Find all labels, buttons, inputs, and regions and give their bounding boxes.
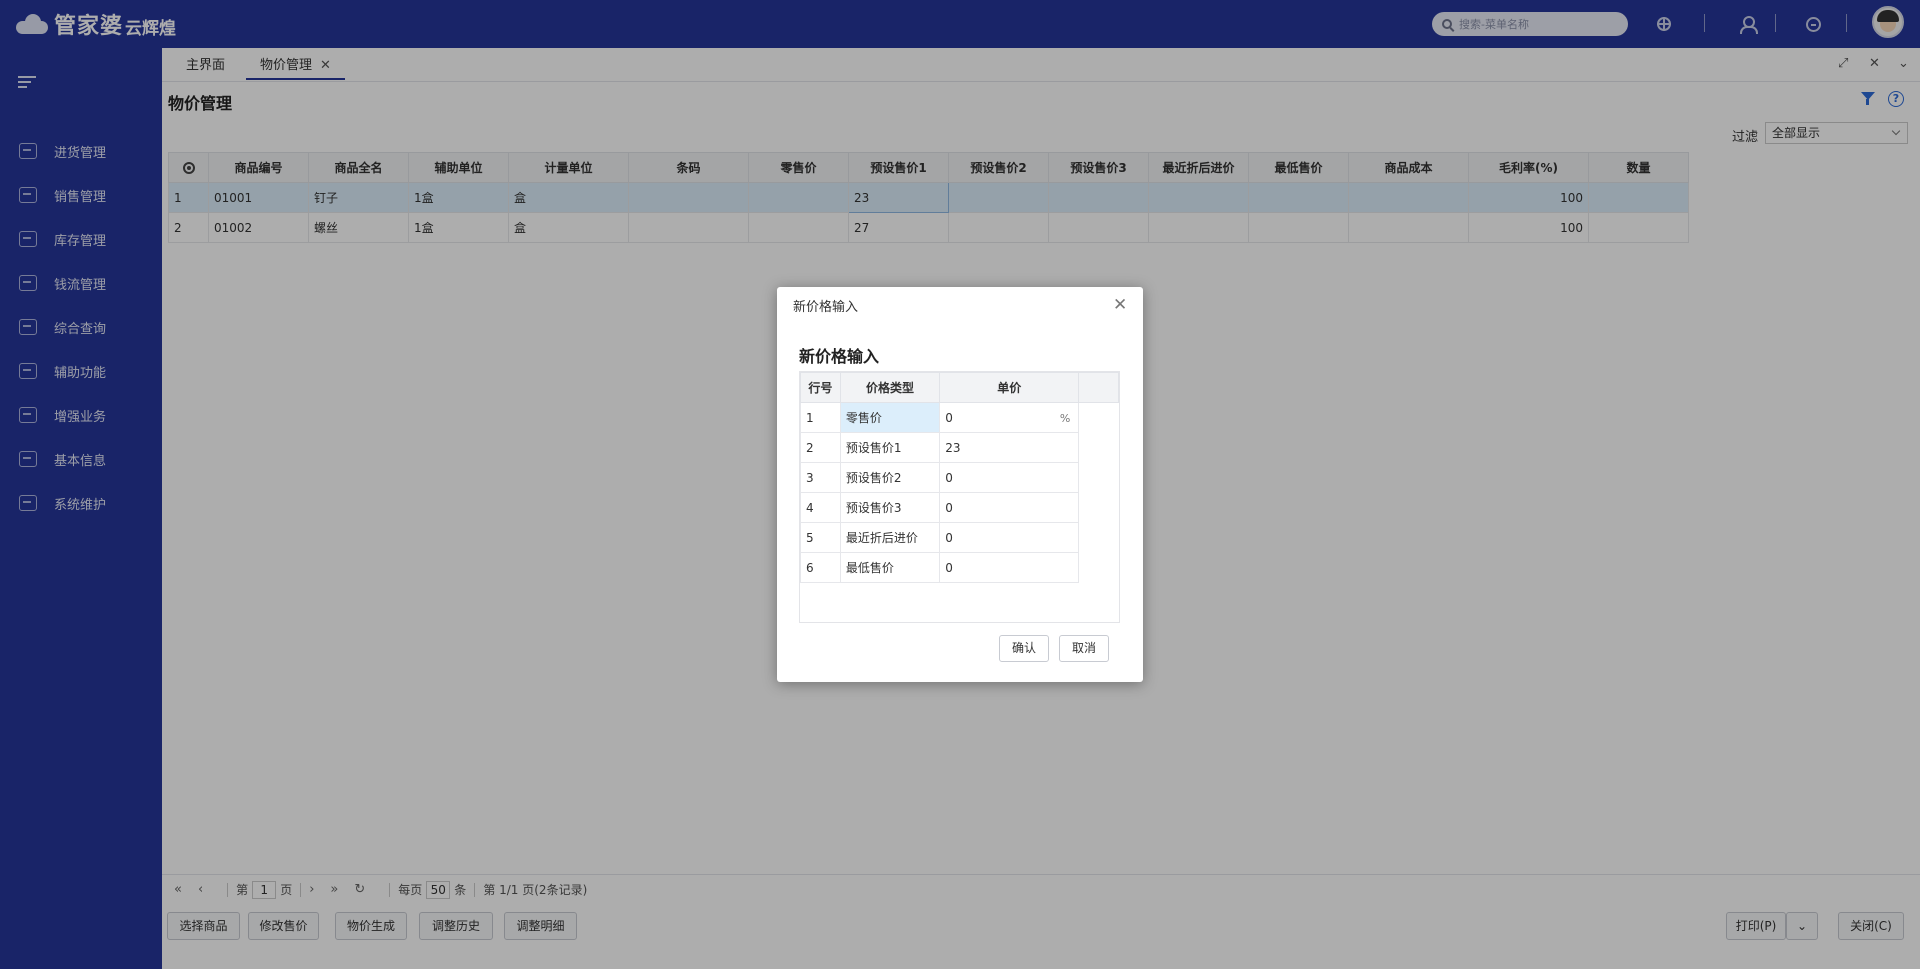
column-header: 行号 [800,372,841,403]
row-index: 4 [800,492,841,523]
price-input-cell[interactable]: 0 [939,522,1080,553]
price-input-cell[interactable]: 23 [939,432,1080,463]
table-row[interactable]: 2 预设售价1 23 [800,432,1119,463]
new-price-dialog: 新价格输入 ✕ 新价格输入 行号 价格类型 单价 1 零售价 0% 2 预设售价… [777,287,1143,682]
row-index: 5 [800,522,841,553]
table-row[interactable]: 4 预设售价3 0 [800,492,1119,523]
table-header-row: 行号 价格类型 单价 [800,372,1119,403]
price-input-cell[interactable]: 0% [939,402,1080,433]
price-input-cell[interactable]: 0 [939,552,1080,583]
column-header: 单价 [939,372,1080,403]
price-input-cell[interactable]: 0 [939,492,1080,523]
dialog-header: 新价格输入 [793,300,859,315]
confirm-button[interactable]: 确认 [999,635,1049,662]
row-index: 3 [800,462,841,493]
price-type-cell: 最近折后进价 [839,522,941,553]
table-row[interactable]: 6 最低售价 0 [800,552,1119,583]
price-input-cell[interactable]: 0 [939,462,1080,493]
price-type-cell: 最低售价 [839,552,941,583]
price-type-cell: 预设售价1 [839,432,941,463]
table-row[interactable]: 1 零售价 0% [800,402,1119,433]
row-index: 6 [800,552,841,583]
row-index: 2 [800,432,841,463]
price-type-cell: 预设售价3 [839,492,941,523]
close-icon[interactable]: ✕ [1113,295,1127,315]
dialog-title: 新价格输入 [799,347,880,366]
price-input-grid: 行号 价格类型 单价 1 零售价 0% 2 预设售价1 23 3 预设售价2 0 [799,371,1120,623]
price-input-table: 行号 价格类型 单价 1 零售价 0% 2 预设售价1 23 3 预设售价2 0 [800,372,1119,583]
table-row[interactable]: 5 最近折后进价 0 [800,522,1119,553]
percent-icon[interactable]: % [1060,412,1070,425]
cancel-button[interactable]: 取消 [1059,635,1109,662]
price-type-cell: 预设售价2 [839,462,941,493]
price-value: 0 [945,410,953,425]
row-index: 1 [800,402,841,433]
column-header: 价格类型 [839,372,941,403]
table-row[interactable]: 3 预设售价2 0 [800,462,1119,493]
price-type-cell: 零售价 [839,402,941,433]
